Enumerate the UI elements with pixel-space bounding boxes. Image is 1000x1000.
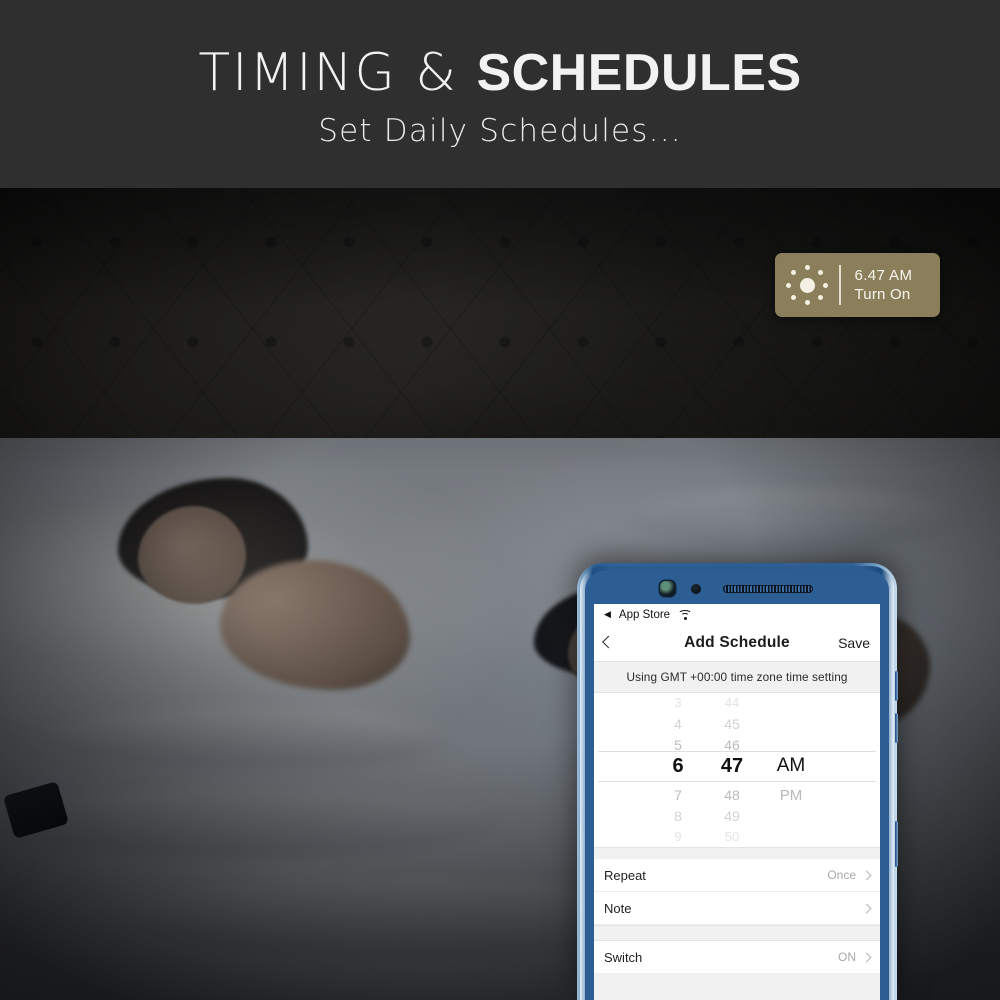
- list-bottom-area: [594, 974, 880, 1000]
- smartphone-mockup: ◀ App Store Add Schedule Save Using GMT …: [577, 563, 898, 1000]
- row-repeat[interactable]: Repeat Once: [594, 859, 880, 892]
- timezone-banner: Using GMT +00:00 time zone time setting: [594, 661, 880, 693]
- hour-option[interactable]: 9: [651, 829, 705, 844]
- minute-option[interactable]: 49: [705, 808, 759, 824]
- minute-option[interactable]: 48: [705, 787, 759, 803]
- time-picker[interactable]: 3 4 5 6 7 8 9 44 45 46 47 48 49 50 AM PM: [594, 693, 880, 847]
- front-camera-icon: [660, 581, 675, 596]
- chevron-right-icon: [861, 870, 872, 880]
- phone-screen: ◀ App Store Add Schedule Save Using GMT …: [594, 604, 880, 1000]
- row-note[interactable]: Note: [594, 892, 880, 925]
- screen-title: Add Schedule: [684, 634, 790, 651]
- minute-wheel[interactable]: 44 45 46 47 48 49 50: [705, 693, 759, 847]
- hour-option[interactable]: 4: [651, 716, 705, 732]
- row-label: Switch: [604, 949, 643, 965]
- chevron-right-icon: [861, 952, 872, 962]
- header-band: TIMING & SCHEDULES Set Daily Schedules..…: [0, 0, 1000, 188]
- row-label: Repeat: [604, 867, 646, 883]
- status-back-app-label[interactable]: App Store: [619, 609, 670, 621]
- volume-up-button[interactable]: [895, 671, 898, 701]
- volume-down-button[interactable]: [895, 713, 898, 743]
- earpiece-speaker-icon: [723, 585, 813, 593]
- schedule-badge: 6.47 AM Turn On: [775, 253, 940, 317]
- hour-wheel[interactable]: 3 4 5 6 7 8 9: [651, 693, 705, 847]
- row-switch[interactable]: Switch ON: [594, 941, 880, 974]
- power-button[interactable]: [895, 821, 898, 867]
- page-title-bold: SCHEDULES: [476, 44, 802, 102]
- hour-option[interactable]: 8: [651, 808, 705, 824]
- status-back-arrow-icon[interactable]: ◀: [604, 609, 611, 620]
- minute-option[interactable]: 50: [705, 829, 759, 844]
- minute-option-selected[interactable]: 47: [705, 755, 759, 778]
- minute-option[interactable]: 45: [705, 716, 759, 732]
- sun-icon: [775, 263, 839, 307]
- status-bar: ◀ App Store: [594, 604, 880, 625]
- chevron-right-icon: [861, 903, 872, 913]
- promo-banner-screenshot: TIMING & SCHEDULES Set Daily Schedules..…: [0, 0, 1000, 1000]
- phone-front: ◀ App Store Add Schedule Save Using GMT …: [585, 571, 889, 1000]
- page-title: TIMING & SCHEDULES: [0, 44, 1000, 102]
- hour-option[interactable]: 3: [651, 695, 705, 710]
- period-wheel[interactable]: AM PM: [759, 693, 823, 847]
- badge-time: 6.47 AM: [854, 267, 913, 284]
- save-button[interactable]: Save: [838, 635, 870, 651]
- minute-option[interactable]: 46: [705, 737, 759, 753]
- period-option[interactable]: PM: [759, 787, 823, 804]
- chevron-left-icon[interactable]: [602, 635, 615, 649]
- badge-divider: [839, 265, 841, 305]
- hour-option[interactable]: 7: [651, 787, 705, 803]
- row-value: Once: [827, 868, 856, 882]
- hour-option[interactable]: 5: [651, 737, 705, 753]
- row-value: ON: [838, 950, 856, 964]
- page-title-thin: TIMING &: [198, 43, 477, 103]
- minute-option[interactable]: 44: [705, 695, 759, 710]
- proximity-sensor-icon: [691, 584, 701, 594]
- picker-bottom-spacer: [594, 847, 880, 859]
- nav-bar: Add Schedule Save: [594, 625, 880, 661]
- period-option-selected[interactable]: AM: [759, 755, 823, 777]
- badge-state: Turn On: [854, 286, 911, 303]
- hour-option-selected[interactable]: 6: [651, 755, 705, 778]
- phone-top-bezel: [585, 571, 889, 604]
- page-subtitle: Set Daily Schedules...: [318, 113, 682, 149]
- section-separator: [594, 925, 880, 941]
- wifi-icon: [678, 609, 693, 620]
- row-label: Note: [604, 900, 632, 916]
